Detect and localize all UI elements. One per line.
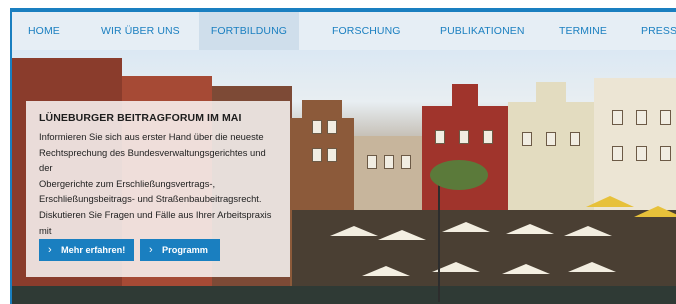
teaser-line: Rechtsprechung des Bundesverwaltungsgeri… (39, 146, 266, 174)
nav-item-fortbildung[interactable]: FORTBILDUNG (199, 12, 299, 50)
teaser-panel: LÜNEBURGER BEITRAGFORUM IM MAI Informier… (26, 101, 290, 277)
teaser-title: LÜNEBURGER BEITRAGFORUM IM MAI (39, 112, 242, 124)
nav-item-home[interactable]: HOME (28, 12, 60, 50)
teaser-line: Diskutieren Sie Fragen und Fälle aus Ihr… (39, 208, 272, 236)
chevron-right-icon: › (48, 244, 52, 256)
nav-item-forschung[interactable]: FORSCHUNG (332, 12, 401, 50)
teaser-text: Informieren Sie sich aus erster Hand übe… (39, 129, 279, 254)
page: HOME WIR ÜBER UNS FORTBILDUNG FORSCHUNG … (0, 0, 676, 304)
teaser-line: Obergerichte zum Erschließungsvertrags-, (39, 177, 216, 189)
more-info-button-label: Mehr erfahren! (61, 245, 126, 255)
program-button[interactable]: › Programm (140, 239, 220, 261)
program-button-label: Programm (162, 245, 208, 255)
main-navigation: HOME WIR ÜBER UNS FORTBILDUNG FORSCHUNG … (12, 12, 676, 51)
more-info-button[interactable]: › Mehr erfahren! (39, 239, 134, 261)
hero-banner: LÜNEBURGER BEITRAGFORUM IM MAI Informier… (12, 50, 676, 304)
nav-item-wir-ueber-uns[interactable]: WIR ÜBER UNS (101, 12, 180, 50)
website-frame: HOME WIR ÜBER UNS FORTBILDUNG FORSCHUNG … (10, 8, 676, 304)
nav-item-publikationen[interactable]: PUBLIKATIONEN (440, 12, 525, 50)
nav-item-presse[interactable]: PRESS (641, 12, 676, 50)
teaser-line: Informieren Sie sich aus erster Hand übe… (39, 131, 264, 142)
chevron-right-icon: › (149, 244, 153, 256)
nav-item-termine[interactable]: TERMINE (559, 12, 607, 50)
teaser-line: Erschließungsbeitrags- und Straßenbaubei… (39, 193, 262, 205)
